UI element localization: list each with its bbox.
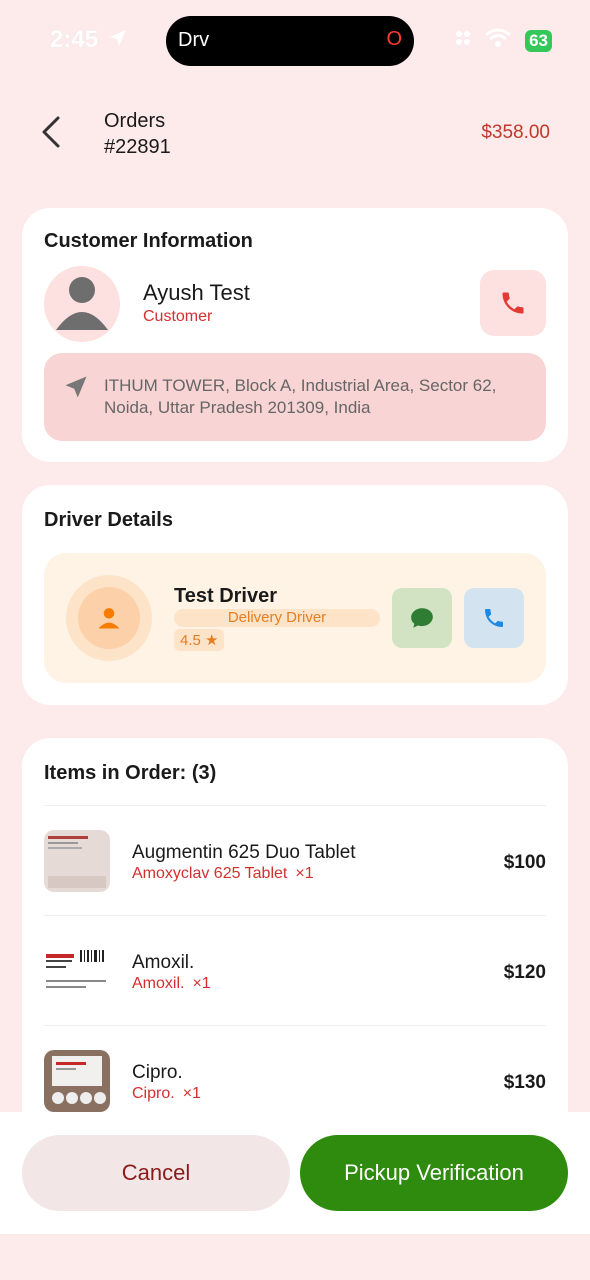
product-image [44, 940, 110, 1002]
island-indicator: O [386, 28, 402, 50]
list-item[interactable]: Augmentin 625 Duo Tablet Amoxyclav 625 T… [44, 805, 546, 915]
page-title: Orders #22891 [104, 108, 171, 160]
location-arrow-icon [108, 28, 128, 53]
item-generic-name: Amoxyclav 625 Tablet [132, 865, 288, 882]
customer-role: Customer [143, 308, 213, 325]
item-price: $130 [503, 1072, 546, 1093]
list-item[interactable]: Amoxil. Amoxil. ×1 $120 [44, 915, 546, 1025]
island-label: Drv [178, 29, 210, 51]
status-icons: 63 [455, 28, 552, 53]
item-qty: ×1 [182, 1085, 201, 1102]
driver-section-title: Driver Details [44, 509, 173, 531]
avatar-icon [56, 277, 108, 330]
driver-rating: 4.5 ★ [174, 629, 225, 651]
dynamic-island: Drv O [166, 16, 414, 66]
cancel-button[interactable]: Cancel [22, 1135, 290, 1211]
items-section-title: Items in Order: (3) [44, 762, 217, 784]
items-card: Items in Order: (3) Augmentin 625 Duo Ta… [22, 738, 568, 1158]
address-text: ITHUM TOWER, Block A, Industrial Area, S… [104, 376, 497, 417]
customer-card: Customer Information Ayush Test Customer… [22, 208, 568, 462]
driver-avatar [66, 575, 152, 661]
order-total: $358.00 [481, 122, 550, 143]
driver-info-box: Test Driver Delivery Driver 4.5 ★ [44, 553, 546, 683]
customer-name: Ayush Test [143, 280, 250, 305]
call-customer-button[interactable] [480, 270, 546, 336]
item-generic: Amoxil. ×1 [132, 975, 211, 993]
customer-address: ITHUM TOWER, Block A, Industrial Area, S… [44, 353, 546, 441]
driver-card: Driver Details Test Driver Delivery Driv… [22, 485, 568, 705]
driver-name: Test Driver [174, 585, 278, 607]
phone-icon [485, 609, 503, 627]
item-generic-name: Amoxil. [132, 975, 185, 992]
chat-icon [411, 608, 433, 628]
item-generic: Amoxyclav 625 Tablet ×1 [132, 865, 314, 883]
item-price: $120 [503, 962, 546, 983]
battery-indicator: 63 [525, 29, 552, 52]
item-name: Amoxil. [132, 952, 195, 973]
item-name: Augmentin 625 Duo Tablet [132, 842, 356, 863]
customer-section-title: Customer Information [44, 230, 253, 252]
order-number: #22891 [104, 136, 171, 158]
wifi-icon [485, 28, 512, 53]
driver-role: Delivery Driver [174, 609, 380, 627]
back-button[interactable] [36, 114, 68, 150]
bottom-action-bar: Cancel Pickup Verification [0, 1112, 590, 1234]
product-image [44, 830, 110, 892]
navigation-arrow-icon [62, 373, 90, 406]
customer-avatar [44, 266, 120, 342]
item-qty: ×1 [295, 865, 314, 882]
driver-person-icon [98, 608, 120, 629]
page-title-line1: Orders [104, 110, 166, 132]
item-generic: Cipro. ×1 [132, 1085, 201, 1103]
chat-driver-button[interactable] [392, 588, 452, 648]
pickup-verification-button[interactable]: Pickup Verification [300, 1135, 568, 1211]
item-name: Cipro. [132, 1062, 183, 1083]
item-price: $100 [503, 852, 546, 873]
call-driver-button[interactable] [464, 588, 524, 648]
back-chevron-icon [42, 116, 60, 148]
signal-icon [455, 30, 471, 51]
product-image [44, 1050, 110, 1112]
item-qty: ×1 [192, 975, 211, 992]
status-time: 2:45 [50, 26, 99, 53]
page-header: Orders #22891 $358.00 [0, 100, 590, 170]
item-generic-name: Cipro. [132, 1085, 175, 1102]
status-bar: 2:45 Drv O 63 [0, 0, 590, 84]
phone-icon [502, 292, 524, 314]
home-indicator-area [0, 1234, 590, 1280]
